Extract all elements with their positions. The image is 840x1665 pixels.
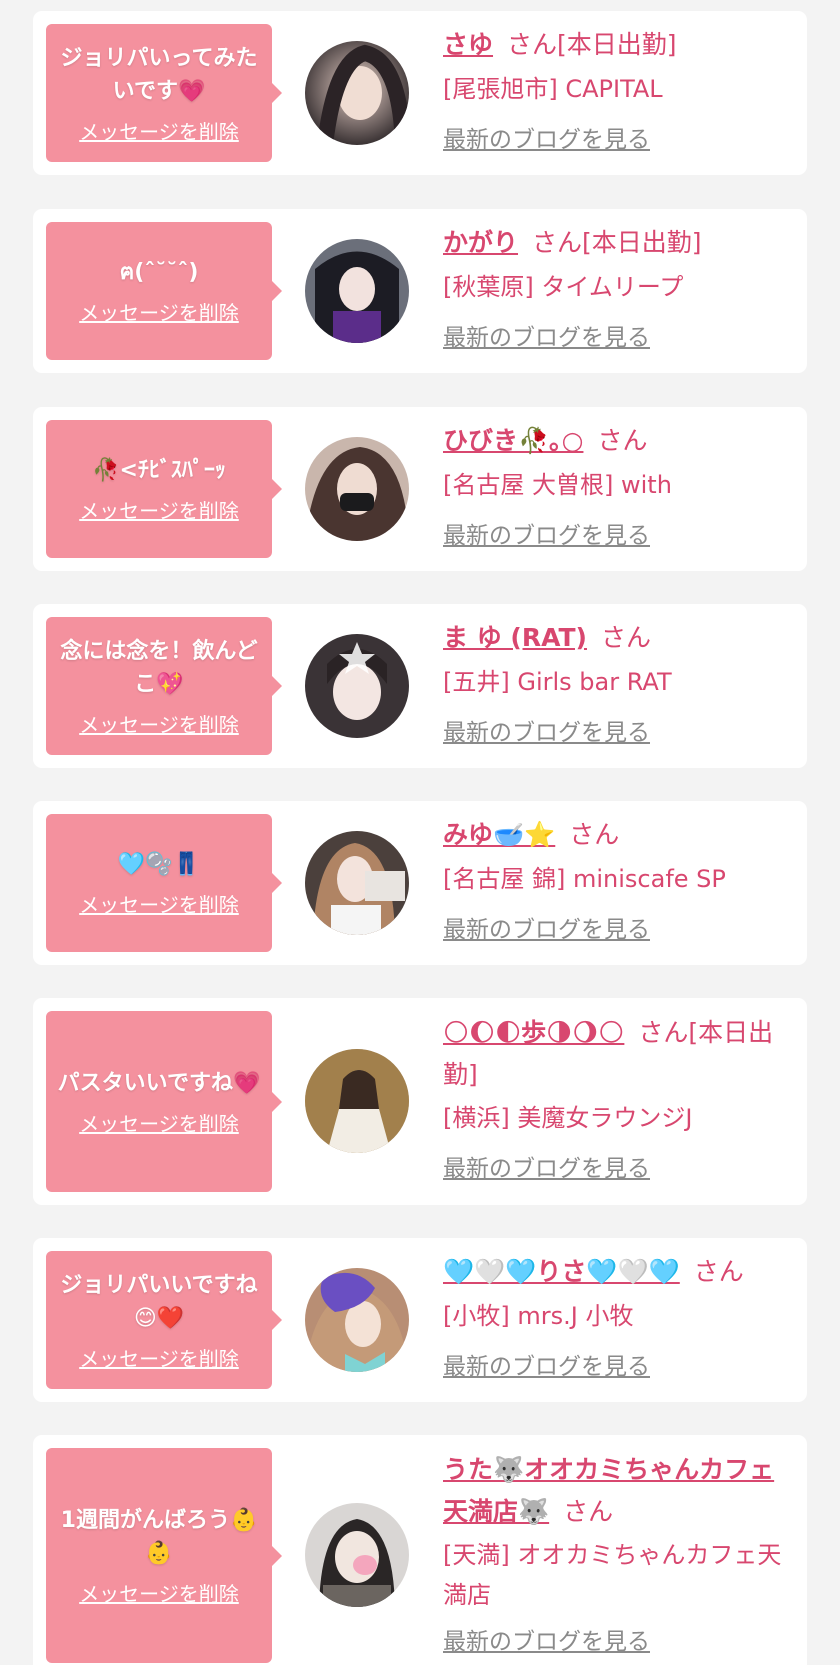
card-ayumi: パスタいいですね💗 メッセージを削除 🌕🌔🌓歩🌗🌖🌕 さん[本日出勤] [横浜] … xyxy=(33,998,807,1205)
latest-blog-link[interactable]: 最新のブログを見る xyxy=(443,1623,795,1661)
message-bubble: ジョリパいってみたいです💗 メッセージを削除 xyxy=(46,24,282,162)
profile-name-link[interactable]: 🌕🌔🌓歩🌗🌖🌕 xyxy=(443,1018,624,1047)
profile-name-link[interactable]: みゆ🥣⭐ xyxy=(443,820,555,849)
avatar[interactable] xyxy=(305,437,409,541)
shop-label: [天満] オオカミちゃんカフェ天満店 xyxy=(443,1541,782,1609)
profile-info: ま ゆ (RAT) さん [五井] Girls bar RAT 最新のブログを見る xyxy=(443,618,795,752)
message-text: ジョリパいってみたいです💗 xyxy=(60,45,258,104)
message-bubble: ฅ(ˆ˘˘ˆ) メッセージを削除 xyxy=(46,222,282,360)
message-bubble: パスタいいですね💗 メッセージを削除 xyxy=(46,1011,282,1192)
delete-message-link[interactable]: メッセージを削除 xyxy=(79,709,239,738)
avatar[interactable] xyxy=(305,634,409,738)
profile-info: みゆ🥣⭐ さん [名古屋 錦] miniscafe SP 最新のブログを見る xyxy=(443,815,795,949)
message-text: ฅ(ˆ˘˘ˆ) xyxy=(119,260,199,285)
avatar[interactable] xyxy=(305,41,409,145)
card-hibiki: 🥀<ﾁﾋﾞｽﾊﾟｰｯ メッセージを削除 ひびき🥀｡○ さん [名古屋 大曽根] w… xyxy=(33,407,807,571)
message-text: 念には念を！飲んどこ💖 xyxy=(60,638,258,697)
shop-label: [名古屋 大曽根] with xyxy=(443,471,672,499)
profile-name-link[interactable]: 🩵🤍🩵りさ🩵🤍🩵 xyxy=(443,1257,680,1286)
shop-label: [小牧] mrs.J 小牧 xyxy=(443,1302,634,1330)
card-uta: 1週間がんばろう👶👶 メッセージを削除 うた🐺オオカミちゃんカフェ天満店🐺 さん … xyxy=(33,1435,807,1665)
latest-blog-link[interactable]: 最新のブログを見る xyxy=(443,1150,795,1188)
message-text: 🩵🫧👖 xyxy=(117,852,201,877)
honorific-status: さん xyxy=(563,1497,614,1526)
shop-label: [尾張旭市] CAPITAL xyxy=(443,75,663,103)
message-text: 🥀<ﾁﾋﾞｽﾊﾟｰｯ xyxy=(92,458,226,483)
shop-label: [秋葉原] タイムリープ xyxy=(443,273,684,301)
latest-blog-link[interactable]: 最新のブログを見る xyxy=(443,319,795,357)
honorific-status: さん[本日出勤] xyxy=(532,228,702,257)
delete-message-link[interactable]: メッセージを削除 xyxy=(79,1578,239,1607)
shop-label: [五井] Girls bar RAT xyxy=(443,668,672,696)
card-sayu: ジョリパいってみたいです💗 メッセージを削除 さゆ さん[本日出勤] [尾張旭市]… xyxy=(33,11,807,175)
avatar[interactable] xyxy=(305,831,409,935)
message-text: 1週間がんばろう👶👶 xyxy=(60,1508,258,1566)
honorific-status: さん xyxy=(569,820,620,849)
honorific-status: さん xyxy=(597,426,648,455)
delete-message-link[interactable]: メッセージを削除 xyxy=(79,297,239,326)
avatar[interactable] xyxy=(305,1268,409,1372)
avatar[interactable] xyxy=(305,239,409,343)
profile-name-link[interactable]: ま ゆ (RAT) xyxy=(443,623,587,652)
avatar[interactable] xyxy=(305,1049,409,1153)
message-bubble: 🩵🫧👖 メッセージを削除 xyxy=(46,814,282,952)
profile-info: さゆ さん[本日出勤] [尾張旭市] CAPITAL 最新のブログを見る xyxy=(443,25,795,159)
latest-blog-link[interactable]: 最新のブログを見る xyxy=(443,1348,795,1386)
latest-blog-link[interactable]: 最新のブログを見る xyxy=(443,714,795,752)
message-bubble: 🥀<ﾁﾋﾞｽﾊﾟｰｯ メッセージを削除 xyxy=(46,420,282,558)
avatar[interactable] xyxy=(305,1503,409,1607)
profile-name-link[interactable]: ひびき🥀｡○ xyxy=(443,426,583,455)
delete-message-link[interactable]: メッセージを削除 xyxy=(79,495,239,524)
message-bubble: 1週間がんばろう👶👶 メッセージを削除 xyxy=(46,1448,282,1663)
shop-label: [名古屋 錦] miniscafe SP xyxy=(443,865,726,893)
profile-info: うた🐺オオカミちゃんカフェ天満店🐺 さん [天満] オオカミちゃんカフェ天満店 最… xyxy=(443,1449,795,1661)
message-bubble: ジョリパいいですね😊❤️ メッセージを削除 xyxy=(46,1251,282,1389)
delete-message-link[interactable]: メッセージを削除 xyxy=(79,1108,239,1137)
message-text: パスタいいですね💗 xyxy=(57,1070,261,1096)
card-risa: ジョリパいいですね😊❤️ メッセージを削除 🩵🤍🩵りさ🩵🤍🩵 さん [小牧] mr… xyxy=(33,1238,807,1402)
latest-blog-link[interactable]: 最新のブログを見る xyxy=(443,121,795,159)
shop-label: [横浜] 美魔女ラウンジJ xyxy=(443,1104,693,1132)
profile-info: 🩵🤍🩵りさ🩵🤍🩵 さん [小牧] mrs.J 小牧 最新のブログを見る xyxy=(443,1252,795,1386)
profile-name-link[interactable]: かがり xyxy=(443,228,518,257)
message-bubble: 念には念を！飲んどこ💖 メッセージを削除 xyxy=(46,617,282,755)
latest-blog-link[interactable]: 最新のブログを見る xyxy=(443,517,795,555)
message-text: ジョリパいいですね😊❤️ xyxy=(60,1272,258,1331)
delete-message-link[interactable]: メッセージを削除 xyxy=(79,1343,239,1372)
card-miyu: 🩵🫧👖 メッセージを削除 みゆ🥣⭐ さん [名古屋 錦] miniscafe SP… xyxy=(33,801,807,965)
profile-info: ひびき🥀｡○ さん [名古屋 大曽根] with 最新のブログを見る xyxy=(443,421,795,555)
honorific-status: さん xyxy=(600,623,651,652)
honorific-status: さん xyxy=(693,1257,744,1286)
latest-blog-link[interactable]: 最新のブログを見る xyxy=(443,911,795,949)
card-kagari: ฅ(ˆ˘˘ˆ) メッセージを削除 かがり さん[本日出勤] [秋葉原] タイムリー… xyxy=(33,209,807,373)
honorific-status: さん[本日出勤] xyxy=(507,30,677,59)
profile-info: かがり さん[本日出勤] [秋葉原] タイムリープ 最新のブログを見る xyxy=(443,223,795,357)
card-mayu: 念には念を！飲んどこ💖 メッセージを削除 ま ゆ (RAT) さん [五井] Gi… xyxy=(33,604,807,768)
delete-message-link[interactable]: メッセージを削除 xyxy=(79,116,239,145)
profile-info: 🌕🌔🌓歩🌗🌖🌕 さん[本日出勤] [横浜] 美魔女ラウンジJ 最新のブログを見る xyxy=(443,1012,795,1188)
profile-name-link[interactable]: さゆ xyxy=(443,30,493,59)
delete-message-link[interactable]: メッセージを削除 xyxy=(79,889,239,918)
